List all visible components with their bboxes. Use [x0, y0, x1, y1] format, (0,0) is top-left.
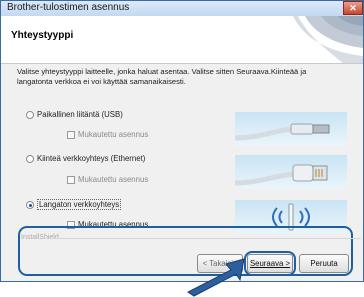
close-button[interactable]: ✕ [343, 1, 363, 15]
header-banner: Yhteystyyppi [1, 16, 363, 64]
usb-option-label[interactable]: Paikallinen liitäntä (USB) [37, 110, 123, 119]
ethernet-cable-image [235, 155, 347, 189]
banner-swoosh-graphic [293, 16, 363, 63]
ethernet-custom-install-label: Mukautettu asennus [78, 175, 149, 184]
footer-divider [51, 238, 361, 239]
window-title: Brother-tulostimen asennus [7, 2, 130, 13]
wireless-radio[interactable] [26, 201, 34, 209]
wireless-option-label[interactable]: Langaton verkkoyhteys [37, 199, 122, 210]
next-button-highlight [244, 251, 296, 276]
usb-radio[interactable] [26, 111, 34, 119]
page-heading: Yhteystyyppi [11, 30, 74, 41]
usb-custom-install-label: Mukautettu asennus [78, 130, 149, 139]
ethernet-custom-install-checkbox[interactable] [67, 176, 75, 184]
installer-window: Brother-tulostimen asennus ✕ Yhteystyypp… [0, 0, 364, 282]
cancel-button[interactable]: Peruuta [299, 254, 349, 273]
ethernet-option-label[interactable]: Kiinteä verkkoyhteys (Ethernet) [37, 154, 145, 163]
ethernet-radio[interactable] [26, 155, 34, 163]
title-bar[interactable]: Brother-tulostimen asennus ✕ [1, 1, 363, 16]
instruction-text: Valitse yhteystyyppi laitteelle, jonka h… [17, 67, 307, 86]
usb-custom-install-checkbox[interactable] [67, 131, 75, 139]
content-area: Valitse yhteystyyppi laitteelle, jonka h… [1, 64, 363, 282]
usb-cable-image [235, 112, 347, 146]
pointer-arrow-icon [187, 258, 245, 297]
